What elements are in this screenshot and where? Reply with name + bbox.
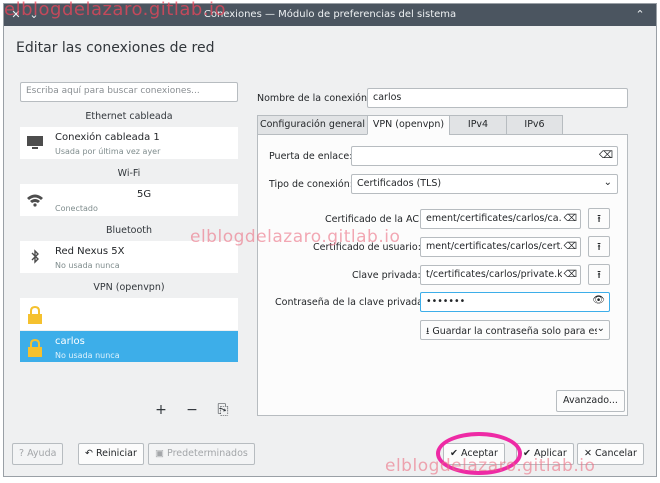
lock-icon [26,338,44,357]
cancel-label: Cancelar [595,448,637,459]
ca-cert-input[interactable]: ement/certificates/carlos/ca.crt ⌫ [420,209,581,229]
save-icon: ⭳ [426,326,430,337]
private-key-value: t/certificates/carlos/private.key [426,269,574,280]
private-key-input[interactable]: t/certificates/carlos/private.key ⌫ [420,265,581,285]
key-password-input[interactable]: ••••••• 👁 [420,292,610,312]
collapse-icon[interactable]: ⌃ [632,7,648,23]
connection-name-label: Nombre de la conexión: [257,93,371,104]
connection-type-label: Tipo de conexión: [269,179,353,190]
bluetooth-icon [26,249,44,265]
list-item-wifi[interactable]: 5G Conectado [20,184,238,216]
connection-status: Usada por última vez ayer [55,147,161,156]
clear-icon[interactable]: ⌫ [561,269,577,280]
connection-status: No usada nunca [55,261,120,270]
key-password-value: ••••••• [426,296,466,307]
list-item-wired[interactable]: Conexión cableada 1 Usada por última vez… [20,127,238,159]
list-item-vpn-1[interactable] [20,298,238,330]
section-wifi: Wi-Fi [117,168,141,179]
connection-name: Conexión cableada 1 [55,132,160,143]
user-cert-value: ment/certificates/carlos/cert.crt [426,241,577,252]
remove-connection-button[interactable]: − [184,402,200,418]
connection-status: Conectado [55,204,98,213]
connection-type-value: Certificados (TLS) [357,178,442,189]
cancel-button[interactable]: ✕ Cancelar [577,443,644,465]
upload-icon[interactable]: ⭱ [588,208,610,229]
store-password-value: Guardar la contraseña solo para est [432,326,604,337]
clear-icon[interactable]: ⌫ [561,213,577,224]
reset-label: Reiniciar [96,448,137,459]
export-connection-button[interactable]: ⎘ [215,402,231,418]
window-title: Conexiones — Módulo de preferencias del … [203,9,457,20]
list-item-vpn-carlos[interactable]: carlos No usada nunca [20,331,238,362]
add-connection-button[interactable]: + [153,402,169,418]
tab-vpn[interactable]: VPN (openvpn) [367,115,450,135]
section-ethernet: Ethernet cableada [85,111,173,122]
gateway-input[interactable]: ⌫ [351,146,618,166]
tab-general[interactable]: Configuración general [257,115,368,135]
wifi-icon [26,192,44,208]
cancel-icon: ✕ [584,448,592,459]
advanced-button[interactable]: Avanzado... [556,390,625,412]
apply-label: Aplicar [534,448,567,459]
clear-icon[interactable]: ⌫ [599,150,613,161]
lock-icon [26,305,44,324]
page-title: Editar las conexiones de red [16,40,215,56]
reset-button[interactable]: ↶ Reiniciar [78,443,144,465]
connection-name: carlos [55,336,85,347]
connection-type-select[interactable]: Certificados (TLS) ⌄ [351,174,618,194]
user-cert-input[interactable]: ment/certificates/carlos/cert.crt ⌫ [420,237,581,257]
section-vpn: VPN (openvpn) [93,282,165,293]
section-bluetooth: Bluetooth [105,225,153,236]
connection-status: No usada nunca [55,351,120,360]
defaults-icon: ▣ [155,448,164,459]
upload-icon[interactable]: ⭱ [588,264,610,285]
monitor-icon [26,135,44,151]
eye-icon[interactable]: 👁 [592,295,605,306]
apply-button[interactable]: ✔ Aplicar [516,443,574,465]
gateway-label: Puerta de enlace: [269,151,353,162]
connection-name-input[interactable]: carlos [367,88,628,108]
store-password-select[interactable]: ⭳ Guardar la contraseña solo para est ⌄ [420,320,610,340]
key-password-label: Contraseña de la clave privada: [275,297,427,308]
help-icon: ? [19,448,25,459]
help-label: Ayuda [27,448,57,459]
tab-ipv6[interactable]: IPv6 [506,115,563,135]
connection-name: Red Nexus 5X [55,246,125,257]
ca-cert-value: ement/certificates/carlos/ca.crt [426,213,575,224]
clear-icon[interactable]: ⌫ [561,241,577,252]
connection-name: 5G [137,189,152,200]
search-input[interactable]: Escriba aquí para buscar conexiones... [20,82,238,102]
undo-icon: ↶ [85,448,93,459]
highlight-circle [436,432,522,475]
defaults-button[interactable]: ▣ Predeterminados [148,443,255,465]
list-item-bluetooth[interactable]: Red Nexus 5X No usada nunca [20,241,238,273]
user-cert-label: Certificado de usuario: [313,242,421,253]
chevron-down-icon: ⌄ [596,323,605,334]
private-key-label: Clave privada: [352,270,421,281]
check-icon: ✔ [523,448,531,459]
tab-ipv4[interactable]: IPv4 [449,115,507,135]
ca-cert-label: Certificado de la AC: [325,214,423,225]
title-bar: ✕ ⌄ Conexiones — Módulo de preferencias … [4,4,656,26]
help-button[interactable]: ? Ayuda [12,443,64,465]
defaults-label: Predeterminados [167,448,248,459]
upload-icon[interactable]: ⭱ [588,236,610,257]
chevron-down-icon: ⌄ [603,177,612,188]
